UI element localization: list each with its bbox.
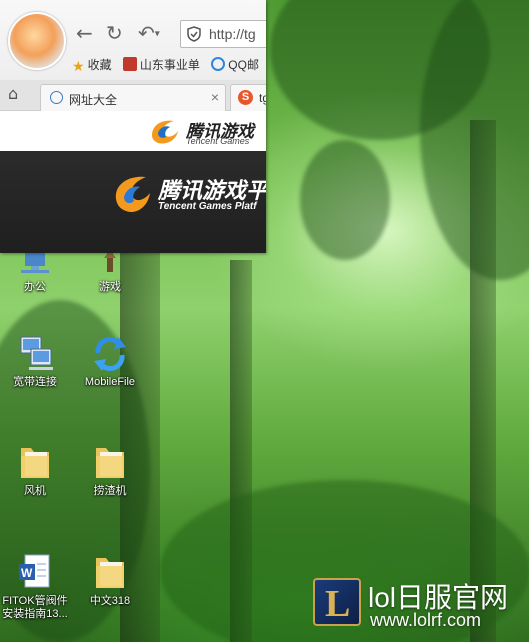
- desktop-icon-label: 风机: [24, 485, 46, 497]
- user-avatar[interactable]: [8, 12, 66, 70]
- page-header: 腾讯游戏 Tencent Games: [0, 111, 266, 151]
- tencent-flame-icon: [152, 120, 178, 144]
- banner-sub: Tencent Games Platf: [158, 201, 257, 212]
- address-bar[interactable]: http://tg: [180, 20, 266, 48]
- mobilefile-sync-icon: [90, 333, 130, 373]
- desktop-icon-label: 办公: [24, 281, 46, 293]
- tab-label: tg: [259, 91, 266, 105]
- desktop-icon-label: 中文318: [89, 595, 131, 607]
- bookmark-label: 山东事业单: [139, 58, 200, 72]
- browser-titlebar: ← ↻ ↶▾ http://tg ★ 收藏 山东事业单 QQ邮: [0, 0, 266, 80]
- lol-logo: L: [313, 578, 361, 626]
- desktop-icon-fitok-guide[interactable]: W FITOK管阀件 安装指南13...: [0, 552, 70, 621]
- tencent-games-platform-banner: 腾讯游戏平 Tencent Games Platf: [0, 151, 266, 253]
- word-document-icon: W: [15, 552, 55, 592]
- bookmarks-bar: ★ 收藏 山东事业单 QQ邮: [72, 56, 266, 74]
- undo-icon[interactable]: ↶▾: [138, 22, 160, 46]
- desktop-icon-chinese-318[interactable]: 中文318: [75, 552, 145, 608]
- qq-mail-icon: [211, 57, 226, 71]
- home-icon[interactable]: ⌂: [8, 84, 18, 103]
- desktop-icon-label: 游戏: [99, 281, 121, 293]
- tree-foliage: [420, 0, 529, 280]
- browser-window: ← ↻ ↶▾ http://tg ★ 收藏 山东事业单 QQ邮 ⌂ 网址大全 × …: [0, 0, 266, 253]
- folder-icon: [90, 442, 130, 482]
- desktop-icon-fan[interactable]: 风机: [0, 442, 70, 498]
- tab-label: 网址大全: [69, 93, 118, 107]
- folder-icon: [90, 552, 130, 592]
- tree-foliage: [300, 140, 390, 260]
- close-tab-icon[interactable]: ×: [211, 89, 219, 105]
- tab-bar: ⌂ 网址大全 × S tg: [0, 80, 266, 111]
- desktop-icon-label-line2: 安装指南13...: [2, 608, 68, 620]
- desktop-icon-label: FITOK管阀件: [2, 595, 68, 607]
- site-logo-icon: [122, 57, 137, 71]
- desktop-icon-label: MobileFile: [84, 376, 136, 388]
- tab-tg[interactable]: S tg: [230, 84, 266, 111]
- chevron-down-icon: ▾: [154, 28, 160, 40]
- star-icon: ★: [72, 58, 85, 74]
- desktop-icon-label: 捞渣机: [93, 485, 127, 497]
- tencent-logo-sub: Tencent Games: [186, 136, 250, 146]
- shield-icon: [187, 26, 201, 42]
- desktop-icon-broadband[interactable]: 宽带连接: [0, 333, 70, 389]
- folder-icon: [15, 442, 55, 482]
- bookmark-shandong-jobs[interactable]: 山东事业单: [122, 56, 200, 73]
- tab-url-directory[interactable]: 网址大全 ×: [40, 84, 226, 111]
- sogou-icon: S: [238, 90, 253, 105]
- watermark-url: www.lolrf.com: [370, 610, 482, 630]
- tencent-flame-icon: [115, 176, 150, 213]
- back-arrow-icon[interactable]: ←: [76, 22, 93, 44]
- globe-icon: [50, 91, 63, 104]
- desktop-icon-mobilefile[interactable]: MobileFile: [75, 333, 145, 389]
- desktop-icon-slag-machine[interactable]: 捞渣机: [75, 442, 145, 498]
- bookmark-favorites[interactable]: ★ 收藏: [72, 56, 112, 74]
- address-text: http://tg: [209, 26, 256, 42]
- bookmark-label: 收藏: [87, 58, 112, 72]
- bookmark-qq-mail[interactable]: QQ邮: [211, 56, 259, 73]
- refresh-icon[interactable]: ↻: [106, 22, 123, 44]
- svg-text:W: W: [21, 566, 33, 580]
- broadband-connection-icon: [15, 333, 55, 373]
- bookmark-label: QQ邮: [228, 58, 259, 72]
- desktop-icon-label: 宽带连接: [13, 376, 57, 388]
